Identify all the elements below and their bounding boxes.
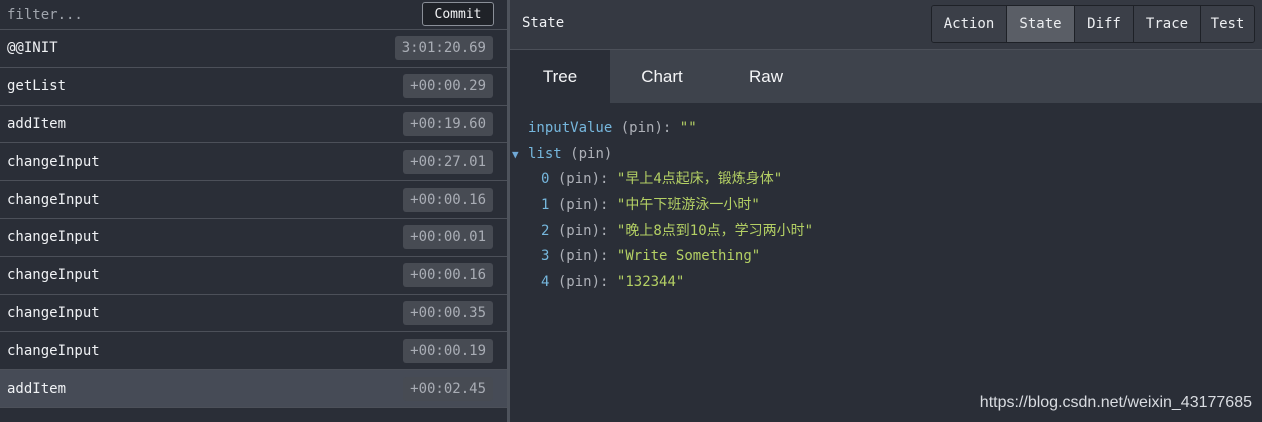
- action-row[interactable]: changeInput +00:00.16: [0, 181, 507, 219]
- action-row[interactable]: @@INIT 3:01:20.69: [0, 30, 507, 68]
- action-time: +00:00.16: [403, 263, 493, 288]
- action-name: changeInput: [7, 153, 100, 170]
- action-time: +00:00.19: [403, 338, 493, 363]
- tree-value: "晚上8点到10点，学习两小时": [616, 222, 814, 239]
- tree-list-item[interactable]: 4 (pin): "132344": [510, 270, 1262, 296]
- action-time: +00:19.60: [403, 111, 493, 136]
- action-name: getList: [7, 78, 67, 95]
- action-time: +00:00.16: [403, 187, 493, 212]
- state-tree: inputValue (pin): "" ▼ list (pin) 0 (pin…: [510, 103, 1262, 296]
- action-row[interactable]: getList +00:00.29: [0, 68, 507, 106]
- action-name: changeInput: [7, 267, 100, 284]
- tree-pin-label: (pin): [570, 145, 613, 162]
- action-name: changeInput: [7, 191, 100, 208]
- tree-node-list[interactable]: ▼ list (pin): [510, 142, 1262, 168]
- action-name: changeInput: [7, 342, 100, 359]
- tree-pin-label: (pin): [557, 197, 601, 214]
- tree-pin-label: (pin): [557, 171, 601, 188]
- tree-list-item[interactable]: 0 (pin): "早上4点起床，锻炼身体": [510, 167, 1262, 193]
- inspector-title: State: [522, 15, 565, 31]
- tab-tree[interactable]: Tree: [510, 50, 610, 103]
- tree-value: "中午下班游泳一小时": [616, 197, 760, 214]
- tree-list-item[interactable]: 3 (pin): "Write Something": [510, 244, 1262, 270]
- filter-bar: Commit: [0, 0, 507, 30]
- tree-value: "Write Something": [616, 248, 761, 265]
- mode-button-action[interactable]: Action: [932, 6, 1007, 42]
- tree-list-item[interactable]: 1 (pin): "中午下班游泳一小时": [510, 193, 1262, 219]
- inspector-header: State Action State Diff Trace Test: [510, 0, 1262, 50]
- tree-pin-label: (pin): [557, 222, 601, 239]
- action-row[interactable]: changeInput +00:00.16: [0, 257, 507, 295]
- action-name: addItem: [7, 380, 67, 397]
- tree-node-inputvalue[interactable]: inputValue (pin): "": [510, 116, 1262, 142]
- action-name: @@INIT: [7, 40, 58, 57]
- action-row[interactable]: changeInput +00:00.19: [0, 332, 507, 371]
- mode-button-diff[interactable]: Diff: [1075, 6, 1134, 42]
- action-name: changeInput: [7, 304, 100, 321]
- action-row[interactable]: changeInput +00:27.01: [0, 143, 507, 182]
- tree-key: inputValue: [528, 120, 613, 136]
- mode-button-trace[interactable]: Trace: [1134, 6, 1201, 42]
- action-time: +00:02.45: [403, 376, 493, 401]
- action-row[interactable]: changeInput +00:00.01: [0, 219, 507, 257]
- tree-pin-label: (pin): [557, 248, 601, 265]
- tree-pin-label: (pin): [557, 274, 601, 291]
- view-tabs: Tree Chart Raw: [510, 50, 1262, 103]
- action-row[interactable]: addItem +00:19.60: [0, 106, 507, 144]
- tree-list-item[interactable]: 2 (pin): "晚上8点到10点，学习两小时": [510, 219, 1262, 245]
- action-name: changeInput: [7, 229, 100, 246]
- tree-value: "": [679, 120, 697, 136]
- filter-input[interactable]: [0, 0, 400, 29]
- tree-index: 2: [541, 222, 550, 239]
- action-time: +00:00.35: [403, 300, 493, 325]
- action-time: +00:00.29: [403, 74, 493, 99]
- action-time: +00:00.01: [403, 225, 493, 250]
- commit-button[interactable]: Commit: [422, 2, 494, 26]
- mode-button-test[interactable]: Test: [1201, 6, 1254, 42]
- watermark-url: https://blog.csdn.net/weixin_43177685: [979, 394, 1252, 411]
- tree-pin-label: (pin): [620, 120, 663, 136]
- tree-index: 3: [541, 248, 550, 265]
- tree-key: list: [528, 145, 562, 162]
- action-time: 3:01:20.69: [394, 36, 493, 61]
- action-name: addItem: [7, 115, 67, 132]
- action-list-panel: Commit @@INIT 3:01:20.69 getList +00:00.…: [0, 0, 507, 422]
- action-row-selected[interactable]: addItem +00:02.45: [0, 370, 507, 408]
- inspector-panel: State Action State Diff Trace Test Tree …: [510, 0, 1262, 422]
- tree-index: 0: [541, 171, 550, 188]
- expanded-triangle-icon[interactable]: ▼: [512, 142, 519, 168]
- tree-value: "早上4点起床，锻炼身体": [616, 171, 783, 188]
- tab-chart[interactable]: Chart: [610, 50, 714, 103]
- mode-button-group: Action State Diff Trace Test: [931, 5, 1255, 43]
- tree-value: "132344": [616, 274, 685, 291]
- tree-index: 4: [541, 274, 550, 291]
- mode-button-state[interactable]: State: [1007, 6, 1075, 42]
- tab-raw[interactable]: Raw: [714, 50, 818, 103]
- action-time: +00:27.01: [403, 149, 493, 174]
- tree-index: 1: [541, 197, 550, 214]
- action-row[interactable]: changeInput +00:00.35: [0, 295, 507, 333]
